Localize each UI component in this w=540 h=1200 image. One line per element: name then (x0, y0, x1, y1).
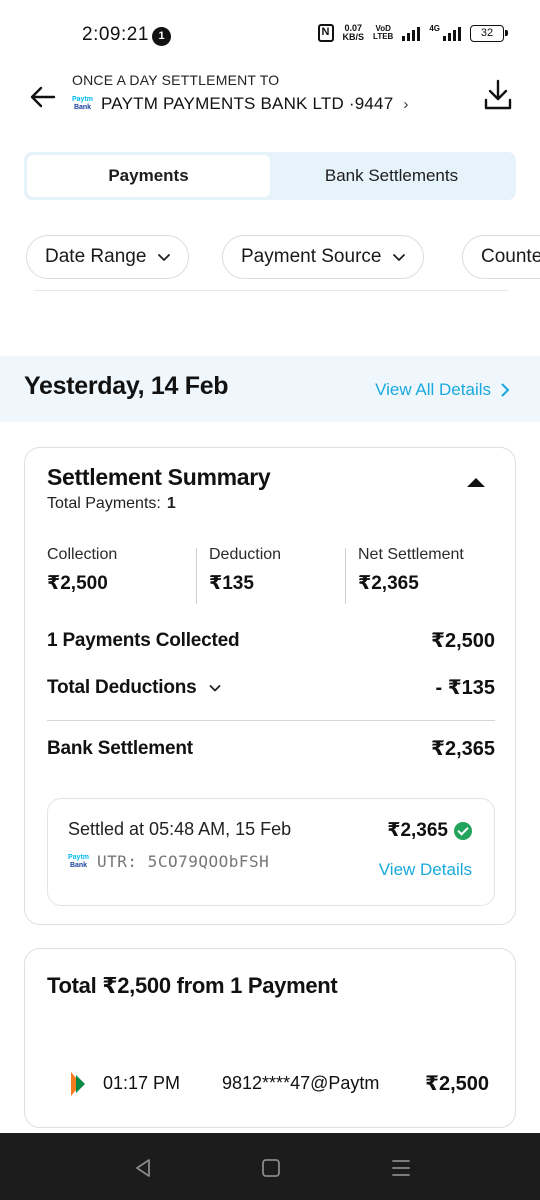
filter-label: Date Range (45, 246, 147, 267)
stat-divider (196, 548, 197, 604)
chevron-right-icon (501, 383, 509, 397)
total-deductions-row[interactable]: Total Deductions - ₹135 (47, 675, 495, 700)
payments-title: Total ₹2,500 from 1 Payment (47, 973, 338, 998)
signal-icon (402, 25, 421, 41)
payment-vpa: 9812****47@Paytm (222, 1073, 380, 1093)
filter-chips: Date Range Payment Source Counte (26, 235, 540, 281)
utr-number: UTR: 5CO79QOObFSH (97, 852, 270, 871)
date-title: Yesterday, 14 Feb (24, 372, 229, 400)
settled-amount: ₹2,365 (387, 819, 472, 842)
status-bar: 2:09:21 1 N 0.07 KB/S VoD LTEB 4G 32 (0, 0, 540, 70)
payments-collected-row: 1 Payments Collected ₹2,500 (47, 629, 495, 653)
settlement-detail-box: Settled at 05:48 AM, 15 Feb Paytm Bank U… (47, 798, 495, 906)
header: ONCE A DAY SETTLEMENT TO Paytm Bank PAYT… (0, 66, 540, 136)
stat-deduction: Deduction ₹135 (209, 546, 282, 594)
stat-net-settlement: Net Settlement ₹2,365 (358, 546, 464, 594)
chevron-down-icon (393, 254, 406, 261)
bank-settlement-row: Bank Settlement ₹2,365 (47, 737, 495, 761)
divider (47, 720, 495, 721)
payment-amount: ₹2,500 (425, 1073, 489, 1095)
payment-time: 01:17 PM (103, 1073, 181, 1093)
battery-icon: 32 (470, 24, 508, 42)
view-all-details-link[interactable]: View All Details (375, 380, 510, 400)
payment-source-filter[interactable]: Payment Source (222, 235, 425, 279)
stat-collection: Collection ₹2,500 (47, 546, 118, 594)
network-speed: 0.07 KB/S (342, 23, 365, 42)
settlement-bank-link[interactable]: Paytm Bank PAYTM PAYMENTS BANK LTD ·9447… (72, 94, 408, 114)
menu-nav-icon[interactable] (390, 1157, 412, 1179)
nfc-icon: N (317, 24, 334, 42)
counter-filter[interactable]: Counte (462, 235, 540, 279)
volte-icon: VoD LTEB (373, 24, 394, 41)
divider (34, 290, 508, 291)
filter-label: Counte (481, 246, 540, 267)
summary-stats: Collection ₹2,500 Deduction ₹135 Net Set… (47, 546, 497, 604)
home-nav-icon[interactable] (260, 1157, 282, 1179)
filter-label: Payment Source (241, 246, 382, 267)
view-details-link[interactable]: View Details (379, 860, 472, 880)
paytm-bank-logo: Paytm Bank (72, 96, 94, 111)
payments-card: Total ₹2,500 from 1 Payment 01:17 PM 981… (24, 948, 516, 1128)
settlement-caption: ONCE A DAY SETTLEMENT TO (72, 72, 280, 88)
settlement-summary-card: Settlement Summary Total Payments: 1 Coll… (24, 447, 516, 925)
chevron-down-icon (209, 684, 220, 691)
network-type: 4G (429, 24, 440, 33)
summary-title: Settlement Summary (47, 464, 271, 490)
upi-icon (71, 1072, 85, 1096)
navigation-bar (0, 1133, 540, 1200)
chevron-right-icon: › (403, 95, 409, 113)
paytm-bank-logo: Paytm Bank (68, 853, 90, 869)
date-section-header: Yesterday, 14 Feb View All Details (0, 356, 540, 422)
total-payments: Total Payments: 1 (47, 495, 176, 512)
bank-name: PAYTM PAYMENTS BANK LTD ·9447 (101, 94, 394, 113)
tab-payments[interactable]: Payments (27, 155, 270, 197)
date-range-filter[interactable]: Date Range (26, 235, 190, 279)
utr-row: Paytm Bank UTR: 5CO79QOObFSH (68, 852, 269, 871)
back-arrow-icon[interactable] (28, 82, 58, 112)
settled-at-text: Settled at 05:48 AM, 15 Feb (68, 819, 292, 839)
back-nav-icon[interactable] (132, 1157, 154, 1179)
chevron-down-icon (158, 254, 171, 261)
stat-divider (345, 548, 346, 604)
list-item[interactable]: 01:17 PM 9812****47@Paytm ₹2,500 (65, 1069, 489, 1099)
check-circle-icon (454, 821, 472, 840)
download-icon[interactable] (482, 78, 514, 112)
notification-badge: 1 (152, 27, 171, 46)
collapse-triangle-icon[interactable] (467, 478, 485, 487)
status-time: 2:09:21 (82, 24, 149, 45)
tab-bar: Payments Bank Settlements (24, 152, 516, 200)
status-icons: N 0.07 KB/S VoD LTEB 4G 32 (317, 23, 508, 42)
tab-bank-settlements[interactable]: Bank Settlements (270, 155, 513, 197)
signal-icon-2 (443, 25, 461, 41)
